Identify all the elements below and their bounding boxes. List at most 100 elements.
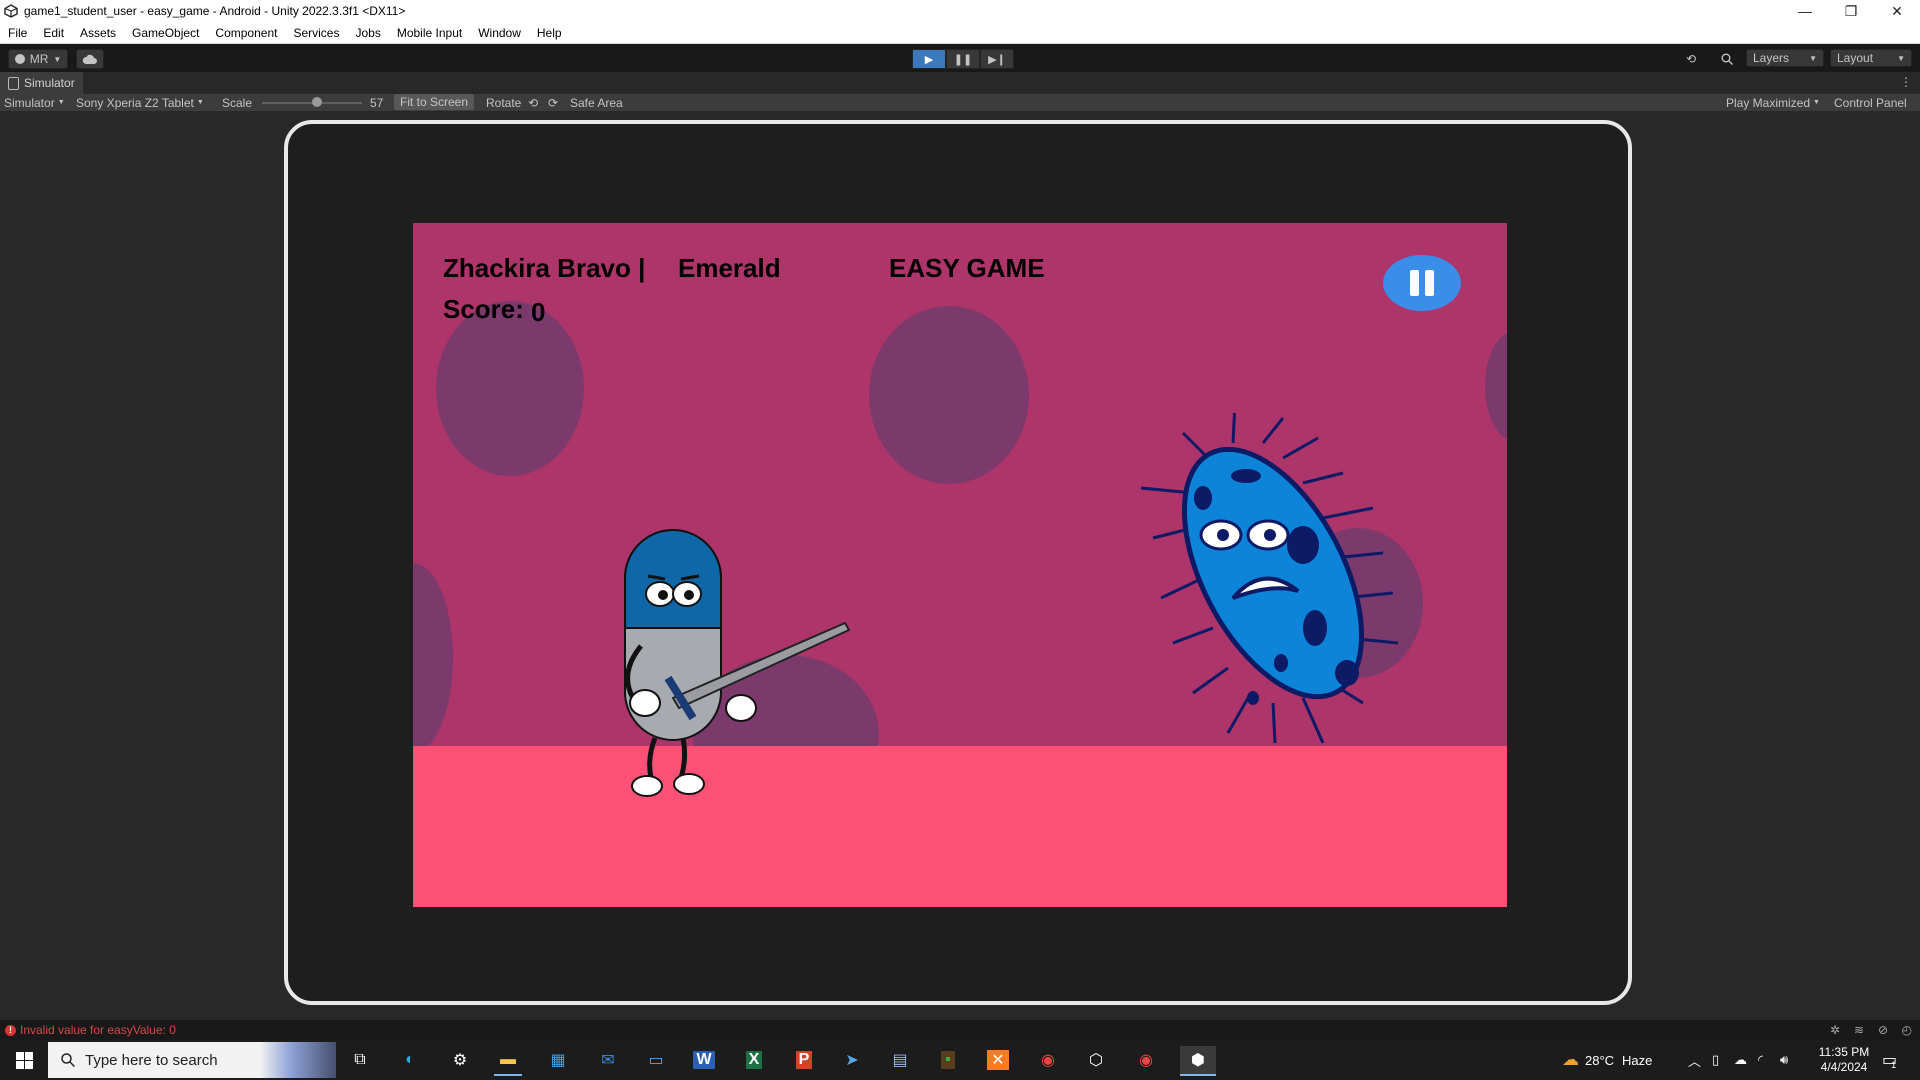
menu-file[interactable]: File xyxy=(0,26,35,40)
xampp-app[interactable]: ✕ xyxy=(984,1046,1012,1074)
more-options-icon[interactable]: ⋮ xyxy=(1900,75,1912,89)
store-app[interactable]: ▦ xyxy=(544,1046,572,1074)
play-mode-dropdown[interactable]: Play Maximized ▼ xyxy=(1726,94,1820,111)
menu-jobs[interactable]: Jobs xyxy=(347,26,388,40)
mail-app[interactable]: ✉ xyxy=(594,1046,622,1074)
scale-value: 57 xyxy=(370,95,384,110)
background-blob xyxy=(1485,331,1507,441)
window-tab-row: Simulator ⋮ xyxy=(0,72,1920,94)
play-button[interactable]: ▶ xyxy=(912,49,946,69)
tray-app-icon[interactable]: ▯ xyxy=(1712,1040,1719,1080)
menu-services[interactable]: Services xyxy=(285,26,347,40)
pause-button[interactable] xyxy=(1383,255,1461,311)
slider-thumb[interactable] xyxy=(312,96,322,107)
taskbar-search-box[interactable]: Type here to search xyxy=(48,1042,336,1078)
status-icon[interactable]: ◴ xyxy=(1902,1023,1912,1037)
fit-to-screen-button[interactable]: Fit to Screen xyxy=(394,94,475,110)
settings-app[interactable]: ⚙ xyxy=(446,1046,474,1074)
calculator-app[interactable]: ▤ xyxy=(886,1046,914,1074)
file-explorer-app[interactable]: ▬ xyxy=(494,1046,522,1076)
chrome-app[interactable]: ◉ xyxy=(1034,1046,1062,1074)
chevron-down-icon: ▼ xyxy=(196,99,204,106)
close-button[interactable]: ✕ xyxy=(1874,0,1920,22)
powerpoint-icon: P xyxy=(795,1051,813,1069)
layers-dropdown[interactable]: Layers ▼ xyxy=(1746,49,1824,67)
search-button[interactable] xyxy=(1714,49,1740,69)
tab-simulator[interactable]: Simulator xyxy=(0,72,83,94)
mode-label: Simulator xyxy=(4,95,55,110)
score-value: 0 xyxy=(531,297,546,327)
windows-taskbar: Type here to search ⧉ ◐ ⚙ ▬ ▦ ✉ ▭ W X P … xyxy=(0,1040,1920,1080)
task-view-button[interactable]: ⧉ xyxy=(346,1046,374,1074)
debug-icon[interactable]: ✲ xyxy=(1830,1023,1840,1037)
console-status-bar[interactable]: ! Invalid value for easyValue: 0 ✲ ≋ ⊘ ◴ xyxy=(0,1020,1920,1040)
window-title: game1_student_user - easy_game - Android… xyxy=(24,4,406,18)
restore-button[interactable]: ❐ xyxy=(1828,0,1874,22)
app-icon-blue[interactable]: ➤ xyxy=(838,1046,866,1074)
unity-hub-app[interactable]: ⬡ xyxy=(1082,1046,1110,1074)
menu-edit[interactable]: Edit xyxy=(35,26,72,40)
gear-icon: ⚙ xyxy=(452,1052,468,1069)
excel-icon: X xyxy=(745,1051,763,1069)
stack-icon[interactable]: ≋ xyxy=(1854,1023,1864,1037)
edge-app[interactable]: ◐ xyxy=(396,1046,424,1074)
pause-icon: ❚❚ xyxy=(953,53,973,66)
menu-assets[interactable]: Assets xyxy=(72,26,124,40)
word-icon: W xyxy=(693,1051,715,1069)
rotate-ccw-button[interactable]: ⟲ xyxy=(528,94,538,111)
control-panel-button[interactable]: Control Panel xyxy=(1834,94,1907,111)
rotate-cw-icon: ⟳ xyxy=(548,95,559,110)
mail-icon: ✉ xyxy=(601,1052,615,1069)
pill-knight-character xyxy=(624,529,851,797)
weather-widget[interactable]: ☁ 28°C Haze xyxy=(1562,1040,1652,1080)
search-icon xyxy=(61,1053,75,1067)
clock[interactable]: 11:35 PM 4/4/2024 xyxy=(1806,1040,1882,1080)
menu-help[interactable]: Help xyxy=(529,26,570,40)
minimize-button[interactable]: — xyxy=(1782,0,1828,22)
tab-simulator-label: Simulator xyxy=(24,76,75,90)
minecraft-app[interactable]: ▪ xyxy=(934,1046,962,1074)
rotate-cw-button[interactable]: ⟳ xyxy=(548,94,558,111)
start-button[interactable] xyxy=(0,1040,48,1080)
mode-dropdown[interactable]: Simulator ▼ xyxy=(4,94,65,111)
undo-history-button[interactable]: ⟲ xyxy=(1678,49,1704,69)
game-mode-title: EASY GAME xyxy=(889,253,1045,283)
safe-area-toggle[interactable]: Safe Area xyxy=(570,94,623,111)
chevron-down-icon: ▼ xyxy=(1813,99,1820,106)
unity-editor-app[interactable]: ⬢ xyxy=(1180,1046,1216,1076)
word-app[interactable]: W xyxy=(690,1046,718,1074)
chevron-down-icon: ▼ xyxy=(53,54,62,64)
chrome-app-2[interactable]: ◉ xyxy=(1132,1046,1160,1074)
wifi-icon[interactable]: ◜ xyxy=(1758,1040,1763,1080)
account-dropdown[interactable]: MR ▼ xyxy=(8,49,68,69)
menu-window[interactable]: Window xyxy=(470,26,529,40)
scale-slider[interactable] xyxy=(262,94,362,111)
volume-icon[interactable]: 🔊︎ xyxy=(1780,1040,1788,1080)
powerpoint-app[interactable]: P xyxy=(790,1046,818,1074)
step-button[interactable]: ▶❙ xyxy=(980,49,1014,69)
excel-app[interactable]: X xyxy=(740,1046,768,1074)
edge-icon: ◐ xyxy=(405,1051,415,1068)
onedrive-icon[interactable]: ☁ xyxy=(1734,1040,1747,1080)
account-label: MR xyxy=(29,52,49,66)
clock-time: 11:35 PM xyxy=(1818,1045,1870,1059)
error-message[interactable]: Invalid value for easyValue: 0 xyxy=(20,1023,176,1037)
game-view[interactable]: Zhackira Bravo | Emerald EASY GAME Score… xyxy=(413,223,1507,907)
remote-app[interactable]: ▭ xyxy=(642,1046,670,1074)
menu-mobile-input[interactable]: Mobile Input xyxy=(389,26,470,40)
show-hidden-icons-button[interactable]: ︿ xyxy=(1688,1040,1701,1080)
cloud-button[interactable] xyxy=(76,49,104,69)
device-dropdown[interactable]: Sony Xperia Z2 Tablet ▼ xyxy=(76,94,204,111)
network-icon[interactable]: ⊘ xyxy=(1878,1023,1888,1037)
task-view-icon: ⧉ xyxy=(354,1051,366,1068)
pause-editor-button[interactable]: ❚❚ xyxy=(946,49,980,69)
menu-component[interactable]: Component xyxy=(207,26,285,40)
layout-dropdown[interactable]: Layout ▼ xyxy=(1830,49,1912,67)
minecraft-icon: ▪ xyxy=(941,1051,955,1069)
chrome-icon: ◉ xyxy=(1139,1052,1153,1069)
menu-gameobject[interactable]: GameObject xyxy=(124,26,207,40)
device-label: Sony Xperia Z2 Tablet xyxy=(76,95,194,110)
notifications-button[interactable]: ▭ 1 xyxy=(1882,1040,1897,1080)
background-blob xyxy=(869,306,1029,484)
chevron-down-icon: ▼ xyxy=(1809,53,1817,63)
